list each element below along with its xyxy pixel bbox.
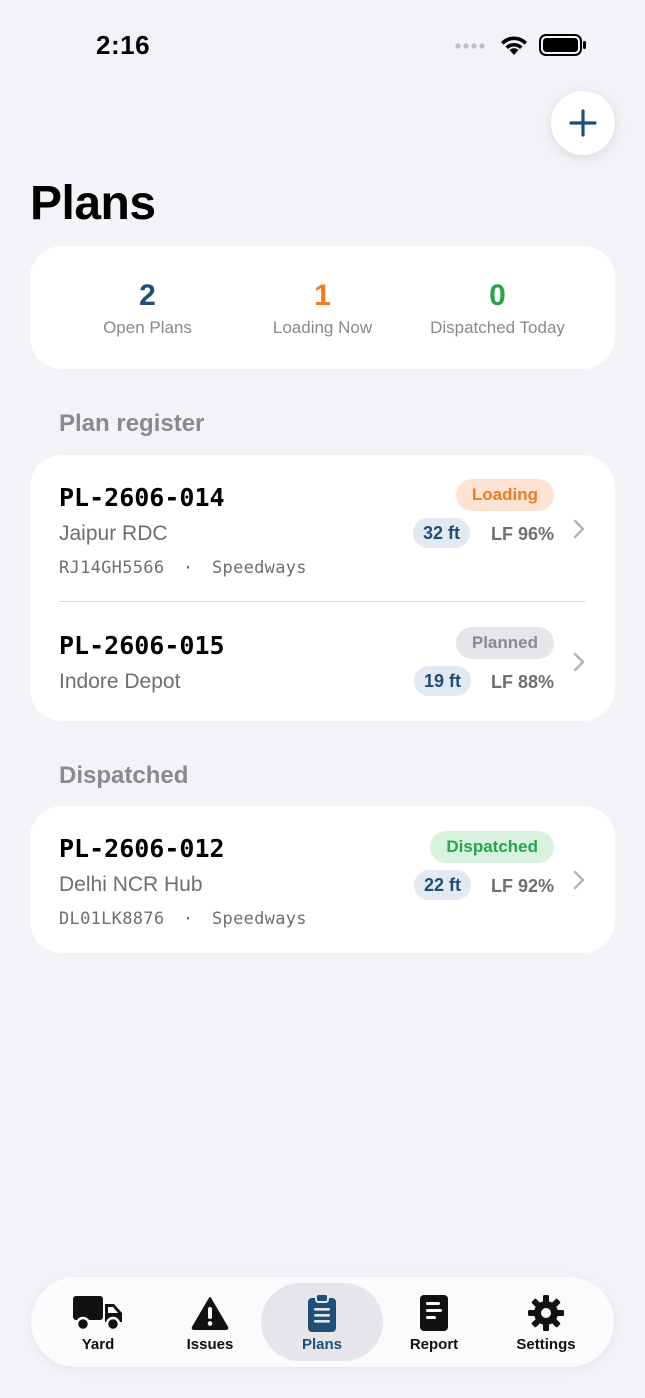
stats-summary-card: 2 Open Plans 1 Loading Now 0 Dispatched … xyxy=(30,246,615,369)
plan-register-list: PL-2606-014 Loading Jaipur RDC 32 ft LF … xyxy=(30,455,615,721)
tab-label: Report xyxy=(409,1336,459,1353)
plan-vehicle-carrier: RJ14GH5566 · Speedways xyxy=(59,558,307,578)
carrier-name: Speedways xyxy=(212,558,307,578)
load-factor: LF 92% xyxy=(490,876,554,896)
load-factor: LF 88% xyxy=(490,672,554,692)
vehicle-number: DL01LK8876 xyxy=(59,909,165,929)
chevron-right-icon xyxy=(573,870,585,890)
plan-id: PL-2606-012 xyxy=(59,834,225,863)
status-icons xyxy=(455,34,587,56)
plan-destination: Indore Depot xyxy=(59,670,181,693)
tab-issues[interactable]: Issues xyxy=(149,1283,271,1361)
cellular-signal-icon xyxy=(455,43,485,49)
section-header-dispatched: Dispatched xyxy=(59,762,189,789)
plan-id: PL-2606-015 xyxy=(59,631,225,660)
gear-icon xyxy=(527,1293,565,1333)
plan-destination: Delhi NCR Hub xyxy=(59,873,203,896)
status-time: 2:16 xyxy=(96,30,151,60)
plan-destination: Jaipur RDC xyxy=(59,522,168,545)
tab-settings[interactable]: Settings xyxy=(485,1283,607,1361)
plan-id: PL-2606-014 xyxy=(59,483,225,512)
dispatched-list: PL-2606-012 Dispatched Delhi NCR Hub 22 … xyxy=(30,806,615,953)
section-header-plan-register: Plan register xyxy=(59,410,205,437)
stat-loading-now: 1 Loading Now xyxy=(235,278,410,338)
plan-row[interactable]: PL-2606-014 Loading Jaipur RDC 32 ft LF … xyxy=(30,455,615,601)
warning-icon xyxy=(191,1293,229,1333)
page-title: Plans xyxy=(30,177,156,230)
truck-icon xyxy=(72,1293,124,1333)
meta-separator: · xyxy=(182,558,194,578)
tab-yard[interactable]: Yard xyxy=(37,1283,159,1361)
add-plan-button[interactable] xyxy=(551,91,615,155)
stat-label: Dispatched Today xyxy=(430,317,565,337)
stat-value: 2 xyxy=(139,278,156,312)
truck-size-pill: 19 ft xyxy=(414,666,472,696)
clipboard-icon xyxy=(307,1293,337,1333)
stat-value: 1 xyxy=(314,278,331,312)
plus-icon xyxy=(569,109,597,137)
tab-label: Issues xyxy=(186,1336,234,1353)
report-icon xyxy=(419,1293,449,1333)
tab-plans[interactable]: Plans xyxy=(261,1283,383,1361)
battery-icon xyxy=(539,34,586,56)
load-factor: LF 96% xyxy=(490,524,554,544)
tab-report[interactable]: Report xyxy=(373,1283,495,1361)
truck-size-pill: 22 ft xyxy=(414,870,472,900)
stat-open-plans: 2 Open Plans xyxy=(60,278,235,338)
carrier-name: Speedways xyxy=(212,909,307,929)
status-badge: Loading xyxy=(455,479,554,511)
plan-row[interactable]: PL-2606-012 Dispatched Delhi NCR Hub 22 … xyxy=(30,806,615,953)
chevron-right-icon xyxy=(573,519,585,539)
stat-label: Open Plans xyxy=(103,317,192,337)
tab-label: Settings xyxy=(516,1336,576,1353)
tab-label: Yard xyxy=(81,1336,115,1353)
vehicle-number: RJ14GH5566 xyxy=(59,558,165,578)
stat-value: 0 xyxy=(489,278,506,312)
status-badge: Planned xyxy=(455,627,554,659)
plan-row[interactable]: PL-2606-015 Planned Indore Depot 19 ft L… xyxy=(30,602,615,721)
wifi-icon xyxy=(501,36,527,55)
truck-size-pill: 32 ft xyxy=(413,518,471,548)
stat-dispatched-today: 0 Dispatched Today xyxy=(410,278,585,338)
plan-vehicle-carrier: DL01LK8876 · Speedways xyxy=(59,909,307,929)
stat-label: Loading Now xyxy=(272,317,373,337)
tab-bar: Yard Issues Plans Report Settings xyxy=(31,1277,614,1367)
tab-label: Plans xyxy=(301,1336,343,1353)
status-badge: Dispatched xyxy=(430,831,554,863)
chevron-right-icon xyxy=(573,652,585,672)
meta-separator: · xyxy=(182,909,194,929)
